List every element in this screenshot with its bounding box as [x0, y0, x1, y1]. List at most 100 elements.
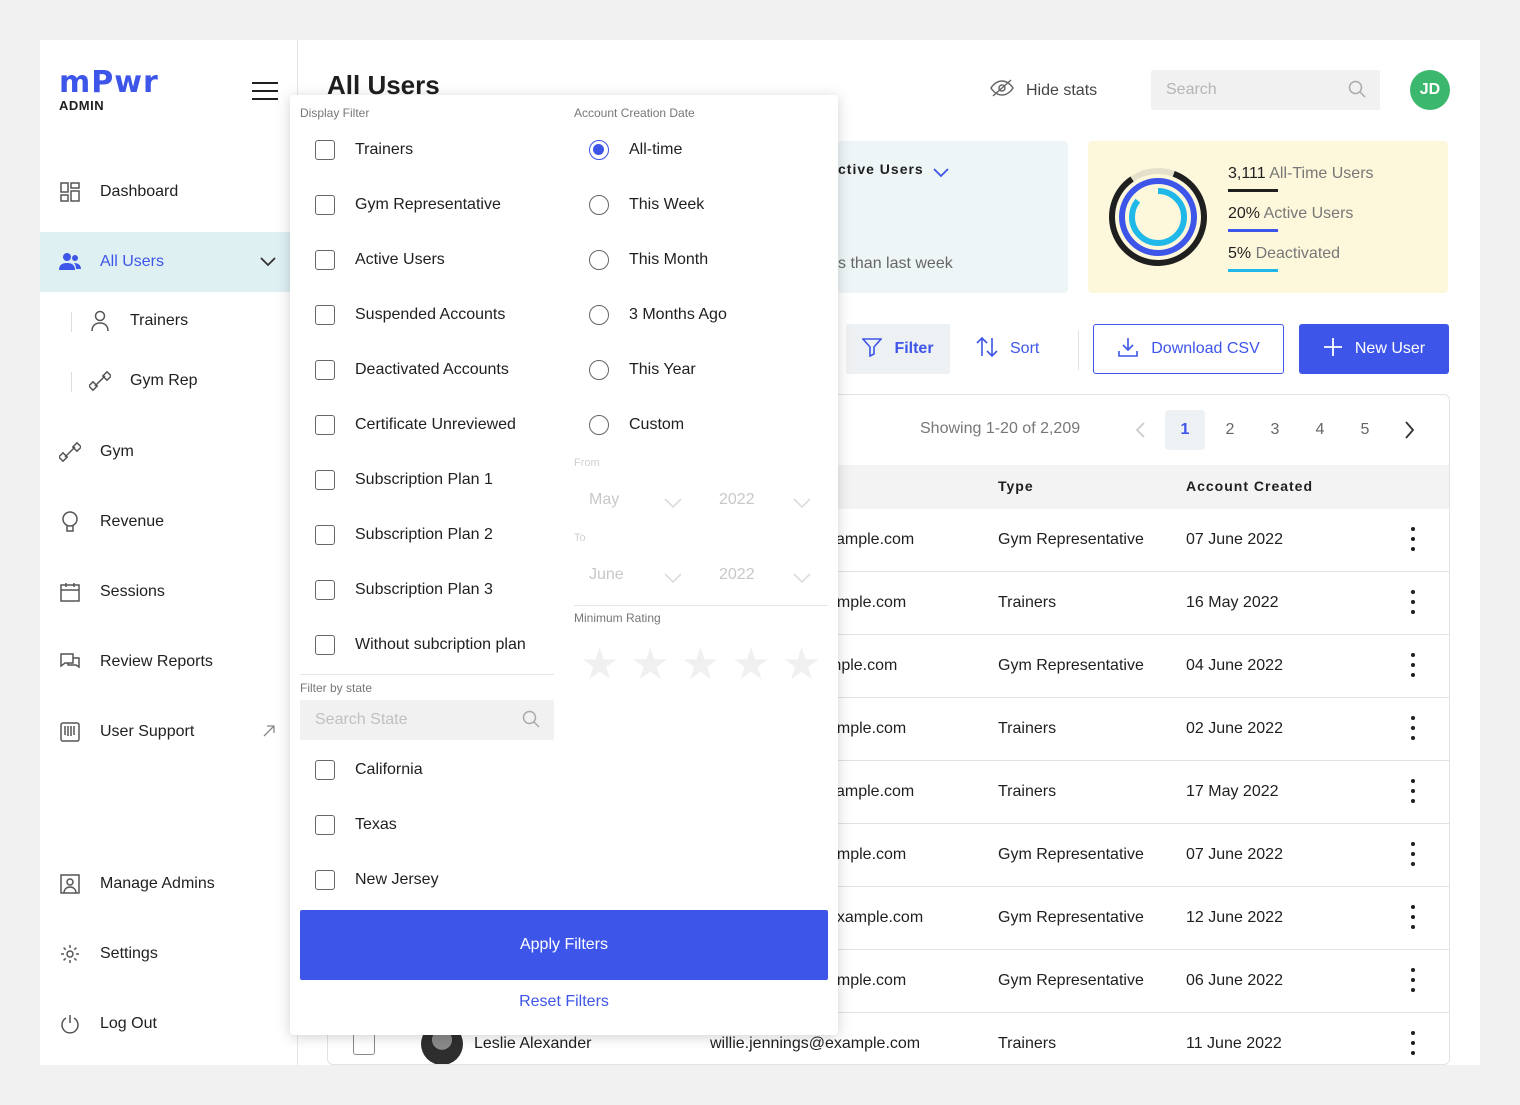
star-icon[interactable]: ★	[731, 643, 770, 687]
more-options-icon[interactable]	[1410, 968, 1416, 996]
sidebar-item-manage-admins[interactable]: Manage Admins	[40, 854, 298, 914]
column-type[interactable]: Type	[998, 478, 1034, 494]
filter-option-no-plan[interactable]: Without subcription plan	[315, 633, 526, 657]
filter-option-deactivated[interactable]: Deactivated Accounts	[315, 358, 509, 382]
star-icon[interactable]: ★	[580, 643, 619, 687]
sidebar-item-dashboard[interactable]: Dashboard	[40, 162, 298, 222]
star-icon[interactable]: ★	[630, 643, 669, 687]
apply-filters-button[interactable]: Apply Filters	[300, 910, 828, 980]
more-options-icon[interactable]	[1410, 527, 1416, 555]
sidebar-subitem-gym-rep[interactable]: Gym Rep	[40, 352, 298, 412]
hide-stats-button[interactable]: Hide stats	[990, 78, 1097, 103]
avatar[interactable]: JD	[1410, 70, 1450, 110]
checkbox[interactable]	[315, 635, 335, 655]
radio-button[interactable]	[589, 250, 609, 270]
checkbox[interactable]	[315, 250, 335, 270]
chevron-down-icon[interactable]	[664, 570, 682, 588]
checkbox[interactable]	[315, 195, 335, 215]
page-button[interactable]: 5	[1345, 410, 1385, 450]
date-option-custom[interactable]: Custom	[589, 413, 684, 437]
star-icon[interactable]: ★	[782, 643, 821, 687]
star-icon[interactable]: ★	[681, 643, 720, 687]
reset-filters-link[interactable]: Reset Filters	[300, 993, 828, 1017]
more-options-icon[interactable]	[1410, 1031, 1416, 1059]
more-options-icon[interactable]	[1410, 590, 1416, 618]
sidebar-item-log-out[interactable]: Log Out	[40, 994, 298, 1054]
page-button[interactable]: 2	[1210, 410, 1250, 450]
checkbox[interactable]	[315, 360, 335, 380]
date-option-this-week[interactable]: This Week	[589, 193, 704, 217]
radio-button[interactable]	[589, 360, 609, 380]
new-user-button[interactable]: New User	[1299, 324, 1449, 374]
sidebar-item-user-support[interactable]: User Support	[40, 702, 298, 762]
state-search-input[interactable]: Search State	[300, 700, 554, 740]
sidebar-item-revenue[interactable]: Revenue	[40, 492, 298, 552]
more-options-icon[interactable]	[1410, 905, 1416, 933]
download-csv-button[interactable]: Download CSV	[1093, 324, 1284, 374]
page-button[interactable]: 1	[1165, 410, 1205, 450]
to-year-select[interactable]: 2022	[719, 566, 755, 584]
filter-option-active-users[interactable]: Active Users	[315, 248, 445, 272]
checkbox[interactable]	[315, 470, 335, 490]
search-icon[interactable]	[522, 710, 540, 733]
radio-button[interactable]	[589, 415, 609, 435]
more-options-icon[interactable]	[1410, 842, 1416, 870]
date-option-all-time[interactable]: All-time	[589, 138, 682, 162]
checkbox[interactable]	[315, 760, 335, 780]
state-option-california[interactable]: California	[315, 758, 423, 782]
from-month-select[interactable]: May	[589, 491, 619, 509]
chevron-down-icon[interactable]	[664, 495, 682, 513]
page-button[interactable]: 4	[1300, 410, 1340, 450]
checkbox[interactable]	[315, 305, 335, 325]
search-icon[interactable]	[1348, 80, 1366, 103]
to-month-select[interactable]: June	[589, 566, 624, 584]
sidebar-item-sessions[interactable]: Sessions	[40, 562, 298, 622]
chevron-down-icon[interactable]	[260, 254, 276, 272]
chevron-left-icon[interactable]	[1135, 422, 1145, 443]
sidebar-item-settings[interactable]: Settings	[40, 924, 298, 984]
menu-toggle-icon[interactable]	[252, 82, 278, 102]
sidebar-subitem-trainers[interactable]: Trainers	[40, 292, 298, 352]
date-option-this-year[interactable]: This Year	[589, 358, 696, 382]
filter-option-suspended[interactable]: Suspended Accounts	[315, 303, 505, 327]
more-options-icon[interactable]	[1410, 716, 1416, 744]
chevron-right-icon[interactable]	[1405, 421, 1415, 444]
filter-option-trainers[interactable]: Trainers	[315, 138, 413, 162]
chevron-down-icon[interactable]	[793, 495, 811, 513]
logo[interactable]: mPwr ADMIN	[59, 68, 159, 114]
checkbox[interactable]	[315, 140, 335, 160]
from-year-select[interactable]: 2022	[719, 491, 755, 509]
page-button[interactable]: 3	[1255, 410, 1295, 450]
rating-stars[interactable]: ★ ★ ★ ★ ★	[580, 643, 821, 687]
sort-button[interactable]: Sort	[976, 324, 1039, 374]
checkbox[interactable]	[315, 525, 335, 545]
chevron-down-icon[interactable]	[933, 165, 949, 183]
date-option-this-month[interactable]: This Month	[589, 248, 708, 272]
radio-button[interactable]	[589, 140, 609, 160]
date-option-3-months[interactable]: 3 Months Ago	[589, 303, 727, 327]
chevron-down-icon[interactable]	[793, 570, 811, 588]
state-option-texas[interactable]: Texas	[315, 813, 397, 837]
sidebar-item-all-users[interactable]: All Users	[40, 232, 298, 292]
filter-option-plan-3[interactable]: Subscription Plan 3	[315, 578, 493, 602]
radio-button[interactable]	[589, 305, 609, 325]
filter-option-gym-representative[interactable]: Gym Representative	[315, 193, 501, 217]
filter-option-certificate-unreviewed[interactable]: Certificate Unreviewed	[315, 413, 516, 437]
filter-option-plan-1[interactable]: Subscription Plan 1	[315, 468, 493, 492]
checkbox[interactable]	[315, 870, 335, 890]
sidebar-item-gym[interactable]: Gym	[40, 422, 298, 482]
row-checkbox[interactable]	[353, 1033, 375, 1055]
radio-button[interactable]	[589, 195, 609, 215]
checkbox[interactable]	[315, 580, 335, 600]
active-users-title[interactable]: ctive Users	[838, 161, 924, 177]
filter-button[interactable]: Filter	[846, 324, 950, 374]
sidebar-item-review-reports[interactable]: Review Reports	[40, 632, 298, 692]
state-option-new-jersey[interactable]: New Jersey	[315, 868, 439, 892]
checkbox[interactable]	[315, 415, 335, 435]
filter-option-plan-2[interactable]: Subscription Plan 2	[315, 523, 493, 547]
more-options-icon[interactable]	[1410, 779, 1416, 807]
column-account-created[interactable]: Account Created	[1186, 478, 1313, 494]
more-options-icon[interactable]	[1410, 653, 1416, 681]
search-input[interactable]: Search	[1151, 70, 1380, 110]
external-link-icon[interactable]	[262, 724, 276, 743]
